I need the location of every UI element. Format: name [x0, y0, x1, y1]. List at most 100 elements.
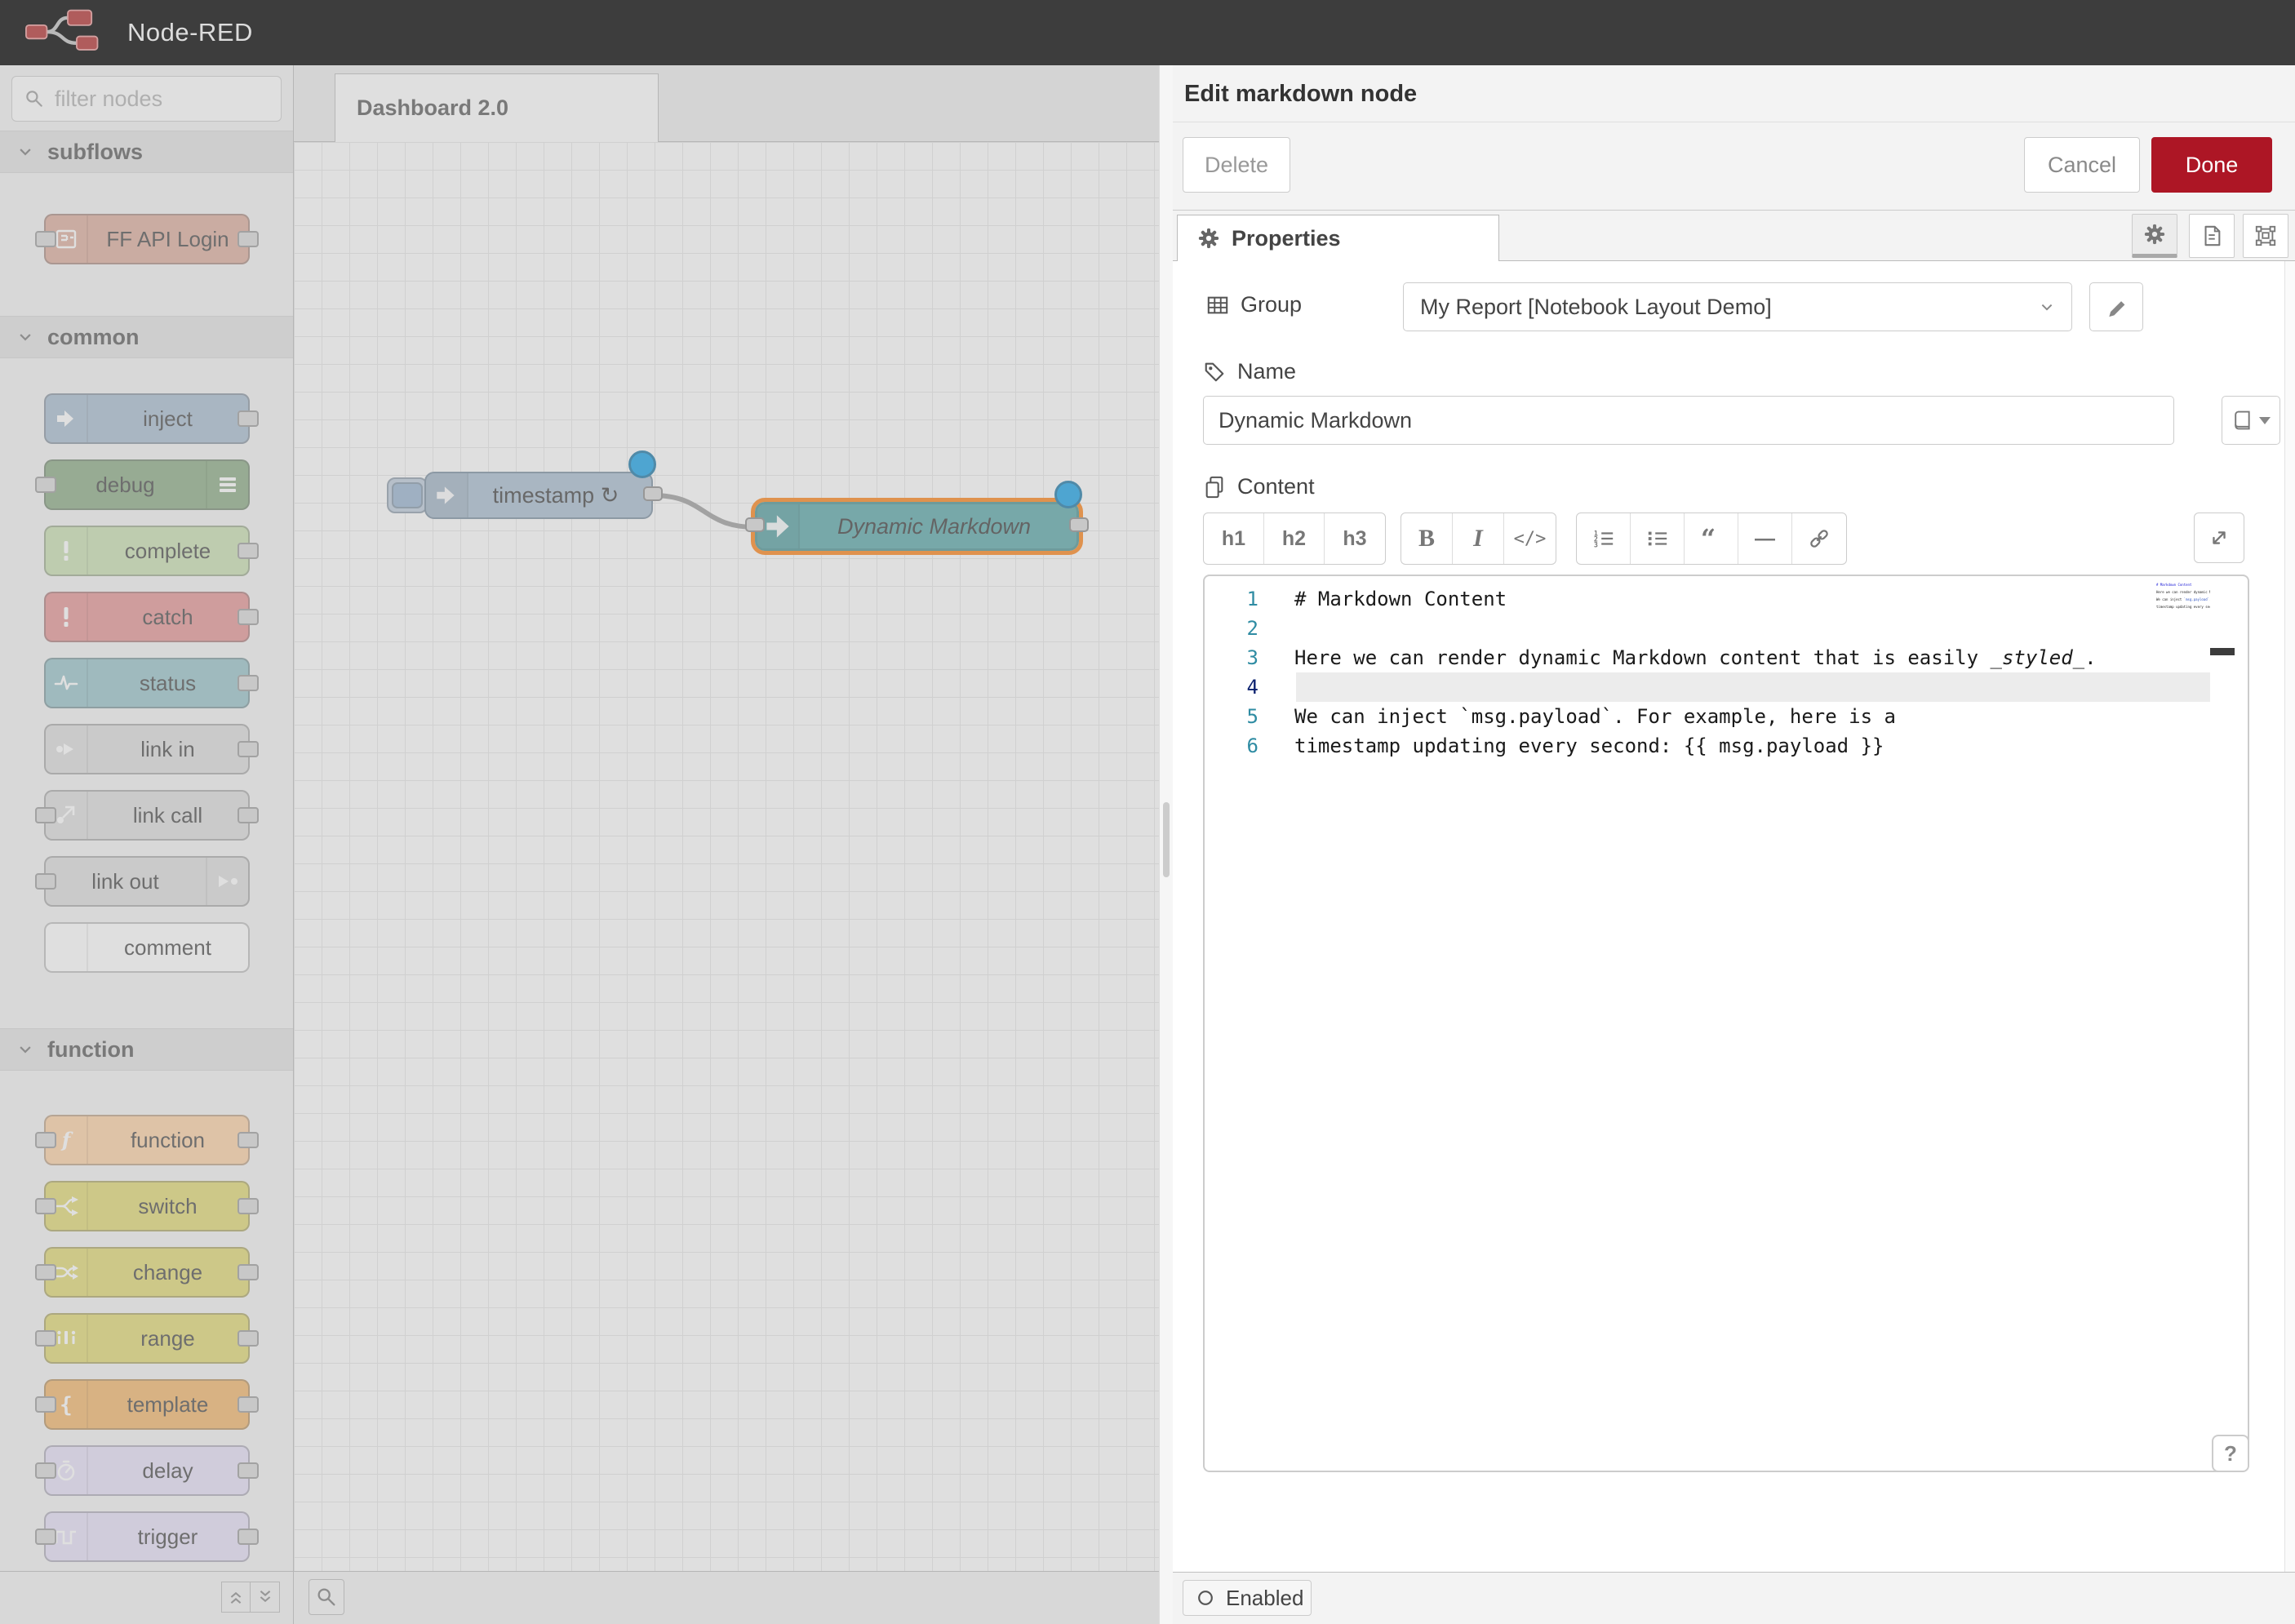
node-label: FF API Login: [88, 215, 248, 263]
resize-handle[interactable]: [1163, 802, 1170, 877]
palette-node[interactable]: change: [44, 1247, 250, 1298]
node-red-logo-icon: [23, 7, 113, 58]
node-label: template: [88, 1381, 248, 1428]
node-input-port: [35, 1462, 56, 1479]
unordered-list-button[interactable]: [1631, 513, 1685, 564]
edit-group-button[interactable]: [2089, 282, 2143, 331]
inject-arrow-icon: [426, 473, 468, 517]
tab-properties-icon-button[interactable]: [2132, 214, 2177, 258]
h3-button[interactable]: h3: [1325, 513, 1385, 564]
editor-help-button[interactable]: ?: [2212, 1435, 2249, 1472]
node-output-port: [237, 1264, 259, 1280]
node-output-port[interactable]: [643, 486, 663, 501]
node-output-port[interactable]: [1069, 517, 1089, 532]
app-title: Node-RED: [127, 18, 253, 47]
canvas-footer: [294, 1571, 1159, 1624]
tab-properties[interactable]: Properties: [1177, 215, 1499, 261]
palette-node[interactable]: trigger: [44, 1511, 250, 1562]
italic-button[interactable]: I: [1453, 513, 1504, 564]
palette-search-box[interactable]: [11, 76, 282, 122]
node-label: link out: [46, 858, 206, 905]
node-output-port: [237, 1529, 259, 1545]
cancel-button[interactable]: Cancel: [2024, 137, 2140, 193]
node-output-port: [237, 231, 259, 247]
name-field-row: [1203, 396, 2244, 445]
node-changed-indicator: [1054, 481, 1082, 508]
group-field-row: Group My Report [Notebook Layout Demo]: [1203, 282, 2244, 333]
node-input-port[interactable]: [745, 517, 765, 532]
svg-text:{: {: [60, 1393, 73, 1417]
palette-node[interactable]: switch: [44, 1181, 250, 1231]
palette-node[interactable]: link out: [44, 856, 250, 907]
node-icon: [46, 527, 88, 575]
group-label-text: Group: [1241, 292, 1302, 317]
palette-node[interactable]: range: [44, 1313, 250, 1364]
chevron-down-icon: [16, 143, 34, 161]
workspace-tab-dashboard[interactable]: Dashboard 2.0: [335, 73, 659, 142]
palette-category-title: common: [47, 325, 140, 350]
palette-footer: [0, 1571, 293, 1624]
palette-category-header[interactable]: subflows: [0, 131, 293, 173]
palette-node[interactable]: inject: [44, 393, 250, 444]
canvas-search-button[interactable]: [309, 1579, 344, 1615]
palette-node[interactable]: complete: [44, 526, 250, 576]
palette-expand-all-button[interactable]: [251, 1582, 280, 1613]
palette-node[interactable]: debug: [44, 459, 250, 510]
delete-button[interactable]: Delete: [1183, 137, 1290, 193]
done-button[interactable]: Done: [2151, 137, 2272, 193]
code-line: 1# Markdown Content: [1205, 584, 2248, 614]
tab-description-button[interactable]: [2189, 214, 2235, 258]
palette-collapse-all-button[interactable]: [221, 1582, 251, 1613]
group-field-label: Group: [1206, 292, 1302, 317]
horizontal-rule-button[interactable]: —: [1738, 513, 1792, 564]
h1-button[interactable]: h1: [1204, 513, 1264, 564]
inject-trigger-button[interactable]: [387, 477, 428, 513]
palette-node[interactable]: link call: [44, 790, 250, 841]
palette-category-header[interactable]: function: [0, 1028, 293, 1071]
node-label: comment: [88, 924, 248, 971]
blockquote-button[interactable]: “: [1685, 513, 1738, 564]
enabled-toggle-button[interactable]: Enabled: [1183, 1580, 1312, 1616]
name-input[interactable]: [1203, 396, 2174, 445]
node-icon: [206, 461, 248, 508]
book-icon: [2231, 410, 2253, 431]
palette-section-function: function f function: [0, 1028, 293, 1572]
palette-node[interactable]: comment: [44, 922, 250, 973]
palette-node[interactable]: link in: [44, 724, 250, 774]
expand-editor-button[interactable]: [2194, 512, 2244, 563]
node-output-port: [237, 1132, 259, 1148]
code-button[interactable]: </>: [1504, 513, 1556, 564]
palette-category-header[interactable]: common: [0, 316, 293, 358]
svg-text:“: “: [1700, 527, 1715, 550]
h2-button[interactable]: h2: [1264, 513, 1325, 564]
node-input-port: [35, 873, 56, 890]
workspace-area: subflows FF API Login: [0, 65, 1159, 1624]
link-button[interactable]: [1792, 513, 1846, 564]
node-output-port: [237, 807, 259, 823]
node-label: inject: [88, 395, 248, 442]
flow-node-dynamic-markdown[interactable]: Dynamic Markdown: [755, 502, 1079, 551]
palette-node[interactable]: { template: [44, 1379, 250, 1430]
chevron-down-icon: [2037, 297, 2057, 317]
bold-button[interactable]: B: [1401, 513, 1453, 564]
tray-scrollbar[interactable]: [2284, 261, 2295, 1572]
sidebar-resize-strip[interactable]: [1159, 65, 1173, 1624]
code-area[interactable]: 1# Markdown Content 2 3Here we can rende…: [1205, 584, 2248, 761]
app-header: Node-RED: [0, 0, 2295, 65]
markdown-code-editor[interactable]: 1# Markdown Content 2 3Here we can rende…: [1203, 575, 2249, 1472]
palette-search-input[interactable]: [53, 86, 252, 113]
palette-node[interactable]: f function: [44, 1115, 250, 1165]
format-button-group: B I </>: [1401, 512, 1556, 565]
palette-node[interactable]: FF API Login: [44, 214, 250, 264]
palette-node[interactable]: catch: [44, 592, 250, 642]
markdown-toolbar: h1 h2 h3 B I </> 123 “: [1203, 512, 2244, 565]
canvas-grid[interactable]: [294, 142, 1159, 1572]
palette-node[interactable]: delay: [44, 1445, 250, 1496]
flow-node-timestamp[interactable]: timestamp ↻: [424, 472, 653, 519]
name-book-dropdown-button[interactable]: [2222, 396, 2280, 445]
group-select[interactable]: My Report [Notebook Layout Demo]: [1403, 282, 2072, 331]
code-line: 6timestamp updating every second: {{ msg…: [1205, 731, 2248, 761]
palette-node[interactable]: status: [44, 658, 250, 708]
tab-appearance-button[interactable]: [2243, 214, 2288, 258]
ordered-list-button[interactable]: 123: [1577, 513, 1631, 564]
